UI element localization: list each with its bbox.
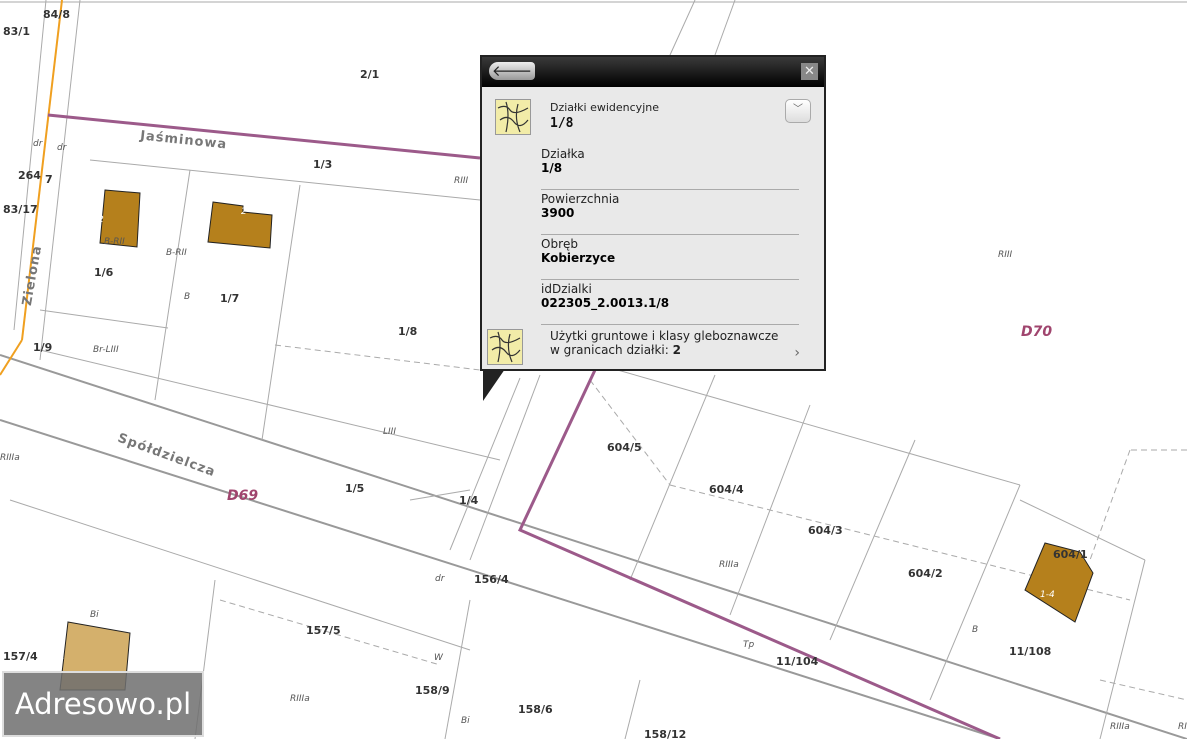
layer-title: Działki ewidencyjne	[550, 101, 659, 114]
parcel-label: 604/4	[709, 483, 744, 496]
adresowo-logo[interactable]: Adresowo.pl	[2, 671, 204, 737]
field-label: idDzialki	[541, 282, 592, 296]
parcel-label: 157/5	[306, 624, 341, 637]
building-number: 1	[59, 652, 65, 662]
parcel-label: 604/3	[808, 524, 843, 537]
parcel-label: 158/6	[518, 703, 553, 716]
landuse-symbol: RIII	[998, 250, 1013, 260]
related-landuse-link[interactable]: Użytki gruntowe i klasy gleboznawcze w g…	[550, 329, 790, 357]
field-label: Działka	[541, 147, 585, 161]
parcel-label: 84/8	[43, 8, 70, 21]
logo-text: Adresowo.pl	[14, 687, 192, 721]
parcel-label: 83/1	[3, 25, 30, 38]
district-label: D70	[1021, 324, 1053, 340]
close-button[interactable]: ✕	[801, 63, 818, 80]
landuse-symbol: dr	[33, 139, 43, 149]
field-dzialka: Działka 1/8	[541, 145, 799, 190]
parcel-label: 1/6	[94, 266, 114, 279]
parcel-info-popup: 🡐 ✕ Działki ewidencyjne 1/8 ﹀ Działka 1/…	[480, 55, 826, 371]
parcel-label: 11/108	[1009, 645, 1052, 658]
field-value: 1/8	[541, 161, 563, 175]
parcel-label: 7	[45, 173, 53, 186]
parcel-label: 1/3	[313, 158, 333, 171]
popup-pointer	[483, 369, 505, 401]
chevron-down-icon: ﹀	[793, 104, 803, 115]
landuse-symbol: RIIIa	[290, 694, 310, 704]
chevron-right-icon[interactable]: ›	[794, 345, 800, 361]
landuse-symbol: RIIIa	[0, 453, 20, 463]
parcel-label: 156/4	[474, 573, 509, 586]
landuse-symbol: RIIIa	[1178, 722, 1187, 732]
field-value: 3900	[541, 206, 575, 220]
field-obreb: Obręb Kobierzyce	[541, 235, 799, 280]
landuse-symbol: Bi	[461, 716, 470, 726]
parcel-label: 264	[18, 169, 41, 182]
landuse-symbol: dr	[435, 574, 445, 584]
field-value: 022305_2.0013.1/8	[541, 296, 670, 310]
parcel-label: 604/5	[607, 441, 642, 454]
parcel-label: 604/2	[908, 567, 943, 580]
landuse-symbol: LIII	[383, 427, 396, 437]
related-count: 2	[672, 343, 681, 357]
parcel-label: 1/9	[33, 341, 53, 354]
parcel-label: 1/7	[220, 292, 240, 305]
parcel-label: 158/12	[644, 728, 687, 741]
layer-value: 1/8	[550, 116, 574, 131]
landuse-symbol: RIIIa	[719, 560, 739, 570]
related-text: Użytki gruntowe i klasy gleboznawcze w g…	[550, 329, 779, 357]
building-number: 2	[241, 207, 247, 217]
parcel-label: 11/104	[776, 655, 819, 668]
parcel-label: 1/8	[398, 325, 418, 338]
landuse-symbol: B	[972, 625, 979, 635]
parcel-label: 2/1	[360, 68, 380, 81]
close-icon: ✕	[804, 64, 815, 79]
arrow-left-icon: 🡐	[491, 62, 533, 80]
landuse-symbol: Br-LIII	[93, 345, 119, 355]
parcel-label: 157/4	[3, 650, 38, 663]
parcel-label: 1/5	[345, 482, 365, 495]
district-label: D69	[227, 488, 259, 504]
landuse-symbol: W	[434, 653, 443, 663]
landuse-symbol: dr	[57, 143, 67, 153]
building-number: 2	[98, 215, 104, 225]
landuse-symbol: Bi	[90, 610, 99, 620]
parcel-layer-icon	[495, 99, 531, 135]
field-iddzialki: idDzialki 022305_2.0013.1/8	[541, 280, 799, 325]
field-powierzchnia: Powierzchnia 3900	[541, 190, 799, 235]
landuse-symbol: B-RII	[104, 237, 125, 247]
landuse-symbol: Tp	[743, 640, 755, 650]
popup-titlebar: 🡐 ✕	[482, 57, 824, 87]
parcel-label: 1/4	[459, 494, 479, 507]
building-number: 1-4	[1040, 590, 1055, 600]
landuse-symbol: RIII	[454, 176, 469, 186]
back-button[interactable]: 🡐	[489, 62, 535, 80]
parcel-label: 604/1	[1053, 548, 1088, 561]
parcel-label: 83/17	[3, 203, 38, 216]
field-label: Powierzchnia	[541, 192, 620, 206]
expand-button[interactable]: ﹀	[785, 99, 811, 123]
landuse-symbol: B-RII	[166, 248, 187, 258]
landuse-symbol: B	[184, 292, 191, 302]
landuse-layer-icon	[487, 329, 523, 365]
parcel-label: 158/9	[415, 684, 450, 697]
landuse-symbol: RIIIa	[1110, 722, 1130, 732]
field-label: Obręb	[541, 237, 578, 251]
field-value: Kobierzyce	[541, 251, 616, 265]
